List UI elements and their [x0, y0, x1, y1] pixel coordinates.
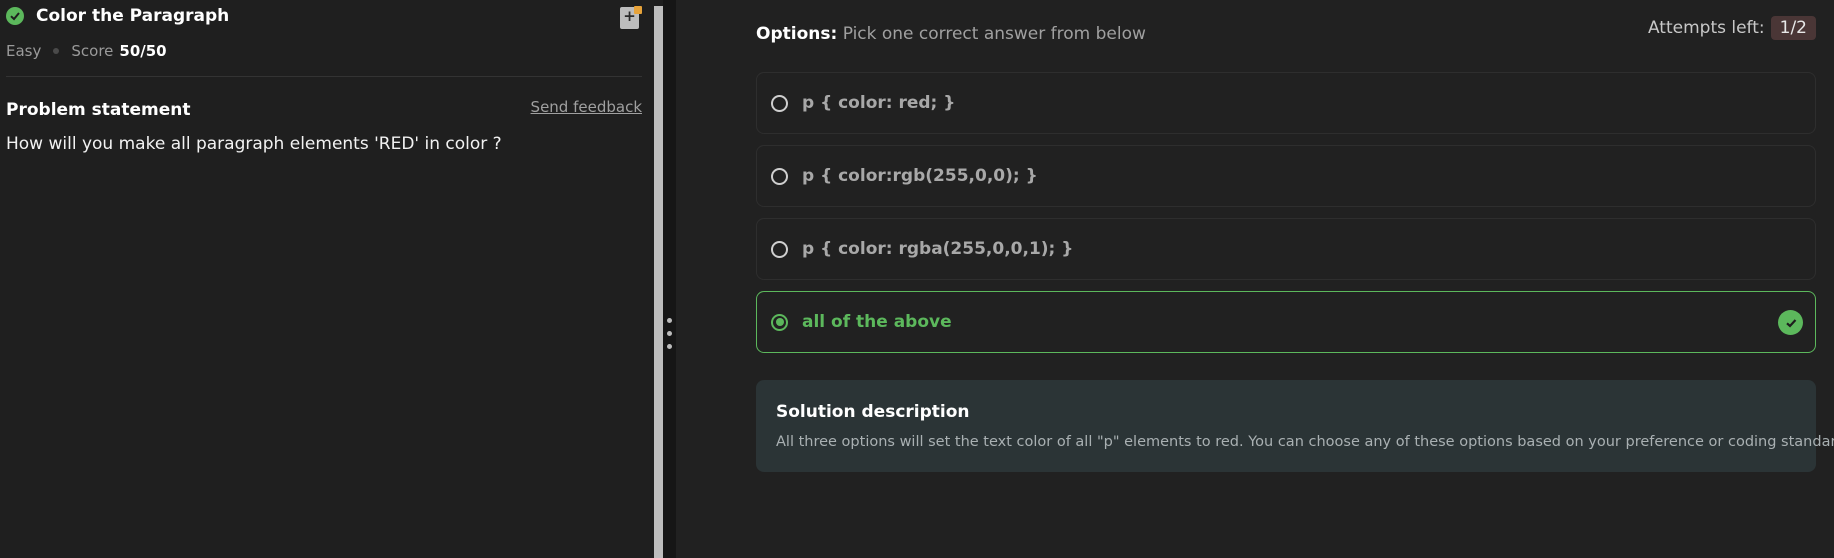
options-label: Options:: [756, 24, 838, 44]
radio-button[interactable]: [771, 240, 788, 258]
option-2[interactable]: p { color:rgb(255,0,0); }: [756, 145, 1816, 207]
panel-scrollbar[interactable]: [654, 6, 663, 558]
problem-title: Color the Paragraph: [36, 6, 230, 26]
drag-grip-dot[interactable]: [667, 331, 672, 336]
radio-button-selected[interactable]: [771, 313, 788, 331]
problem-title-row: Color the Paragraph: [6, 6, 229, 26]
option-text: all of the above: [802, 312, 952, 332]
option-text: p { color: rgba(255,0,0,1); }: [802, 239, 1074, 259]
problem-statement-heading: Problem statement: [6, 100, 191, 120]
options-instruction: Pick one correct answer from below: [842, 24, 1146, 44]
option-4[interactable]: all of the above: [756, 291, 1816, 353]
options-panel: Options: Pick one correct answer from be…: [676, 0, 1834, 558]
radio-button[interactable]: [771, 94, 788, 112]
meta-separator-dot: [53, 48, 60, 54]
option-text: p { color:rgb(255,0,0); }: [802, 166, 1038, 186]
attempts-label: Attempts left:: [1647, 18, 1765, 38]
problem-meta: Easy Score 50/50: [6, 42, 167, 60]
solution-title: Solution description: [776, 402, 970, 422]
radio-dot: [775, 318, 784, 326]
drag-grip-dot[interactable]: [667, 344, 672, 349]
solution-text: All three options will set the text colo…: [776, 434, 1834, 450]
difficulty-label: Easy: [6, 42, 42, 60]
radio-button[interactable]: [771, 167, 788, 185]
problem-question: How will you make all paragraph elements…: [6, 134, 502, 154]
drag-grip-dot[interactable]: [667, 318, 672, 323]
problem-panel: Color the Paragraph + Easy Score 50/50 P…: [0, 0, 654, 558]
attempts-badge: 1/2: [1770, 16, 1816, 40]
option-3[interactable]: p { color: rgba(255,0,0,1); }: [756, 218, 1816, 280]
attempts-indicator: Attempts left: 1/2: [1648, 16, 1816, 40]
divider: [6, 76, 642, 77]
score-value: 50/50: [119, 42, 167, 60]
send-feedback-link[interactable]: Send feedback: [531, 98, 642, 116]
option-text: p { color: red; }: [802, 93, 956, 113]
panel-resize-handle[interactable]: [663, 0, 676, 558]
correct-check-icon: [1778, 310, 1803, 335]
option-1[interactable]: p { color: red; }: [756, 72, 1816, 134]
bookmark-accent: [634, 6, 642, 14]
score-label: Score: [71, 42, 114, 60]
options-header: Options: Pick one correct answer from be…: [756, 24, 1146, 44]
solved-check-icon: [6, 7, 24, 25]
solution-description-box: Solution description All three options w…: [756, 380, 1834, 472]
